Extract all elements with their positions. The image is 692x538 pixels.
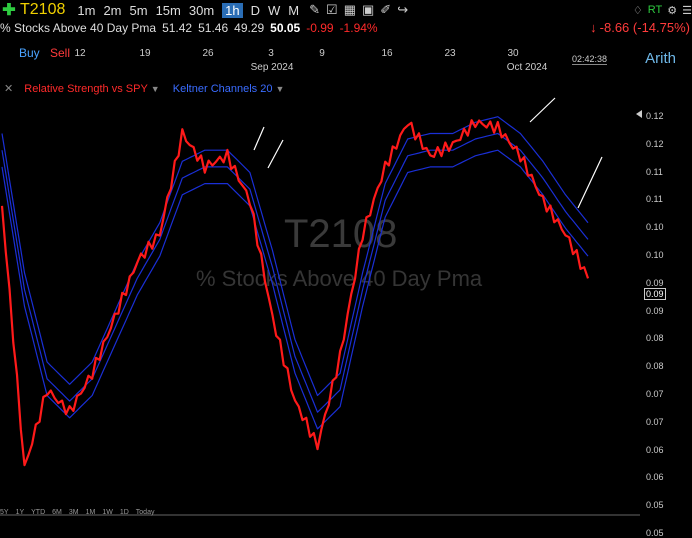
annotation-line[interactable] [253,126,265,151]
y-tick-label: 0.07 [646,389,664,399]
range-1d[interactable]: 1D [120,509,129,516]
price-chart[interactable] [0,0,692,527]
range-1m[interactable]: 1M [86,509,96,516]
y-tick-label: 0.05 [646,528,664,538]
relative-strength-line [0,119,590,467]
price-marker-icon [636,110,642,118]
y-tick-label: 0.08 [646,361,664,372]
range-today[interactable]: Today [136,509,155,516]
y-tick-label: 0.07 [646,416,664,427]
y-tick-label: 0.06 [646,444,664,455]
range-ytd[interactable]: YTD [31,509,45,516]
range-selector: 5Y 1Y YTD 6M 3M 1M 1W 1D Today [0,509,161,516]
y-tick-label: 0.09 [646,305,664,316]
range-1w[interactable]: 1W [102,509,113,516]
current-value-label: 0.09 [644,288,666,300]
y-tick-label: 0.06 [646,472,664,483]
y-tick-label: 0.05 [646,500,664,511]
y-tick-label: 0.12 [646,111,664,121]
y-tick-label: 0.08 [646,333,664,344]
annotation-line[interactable] [529,97,556,123]
keltner-lower-line [1,149,589,430]
y-tick-label: 0.10 [646,222,664,233]
y-tick-label: 0.10 [646,250,664,260]
range-1y[interactable]: 1Y [16,509,25,516]
y-tick-label: 0.09 [646,277,664,288]
y-tick-label: 0.11 [646,166,663,177]
y-tick-label: 0.12 [646,138,664,149]
range-3m[interactable]: 3M [69,509,79,516]
range-5y[interactable]: 5Y [0,509,9,516]
annotation-line[interactable] [577,156,603,209]
range-6m[interactable]: 6M [52,509,62,516]
keltner-upper-line [1,116,589,397]
keltner-middle-line [1,132,589,413]
y-tick-label: 0.11 [646,194,663,205]
annotation-line[interactable] [267,139,284,169]
